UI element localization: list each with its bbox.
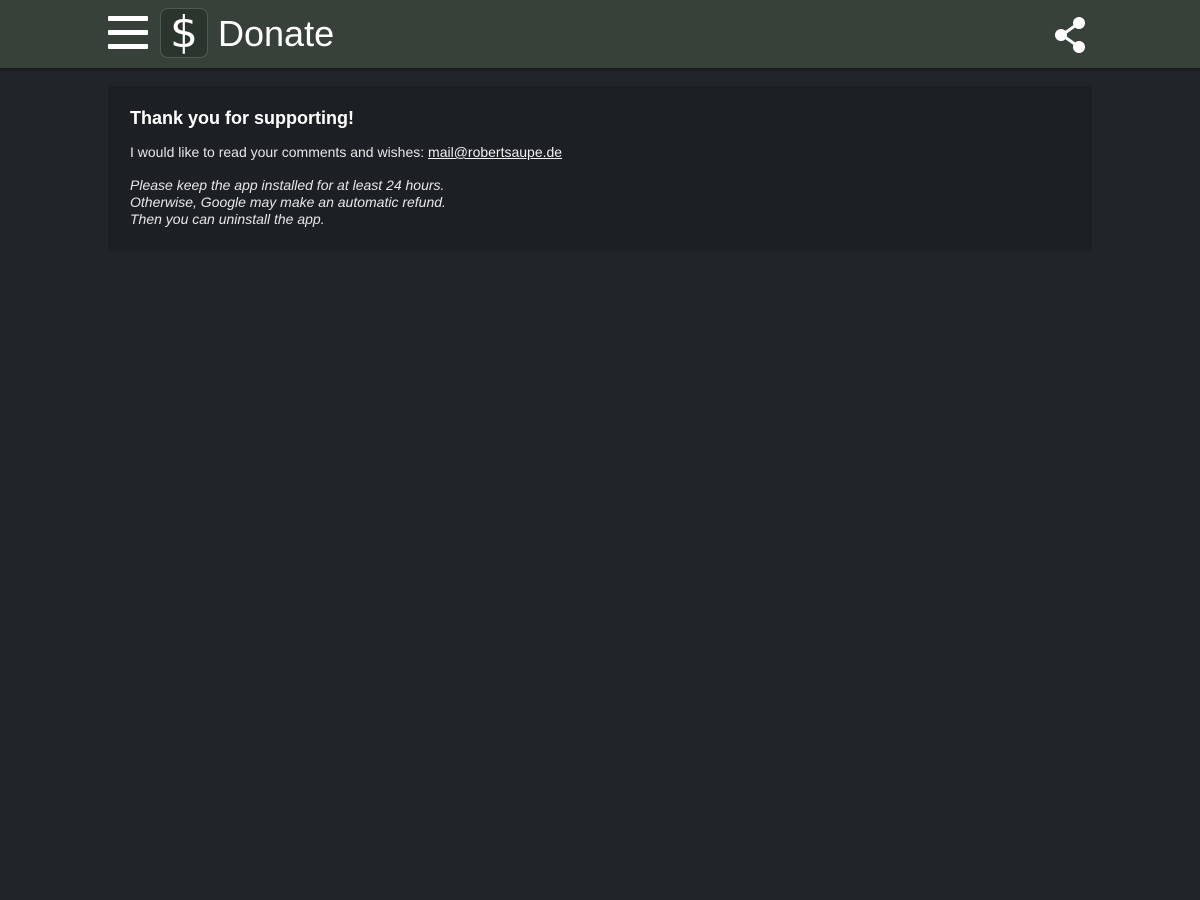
page-title: Donate	[218, 13, 335, 54]
thank-you-heading: Thank you for supporting!	[130, 108, 354, 128]
note-line-2: Otherwise, Google may make an automatic …	[130, 194, 446, 210]
hamburger-menu-icon-bar-3	[108, 44, 148, 49]
refund-notes: Please keep the app installed for at lea…	[130, 177, 1070, 228]
hamburger-menu-icon-bar-1	[108, 16, 148, 21]
app-bar: $ Donate	[0, 0, 1200, 68]
dollar-app-icon: $	[160, 8, 208, 58]
email-link[interactable]: mail@robertsaupe.de	[428, 144, 562, 160]
share-button[interactable]	[1050, 14, 1092, 56]
comments-line: I would like to read your comments and w…	[130, 144, 1070, 161]
comments-text: I would like to read your comments and w…	[130, 144, 429, 160]
menu-button[interactable]	[104, 12, 152, 56]
note-line-3: Then you can uninstall the app.	[130, 211, 325, 227]
note-line-1: Please keep the app installed for at lea…	[130, 177, 445, 193]
donate-message-card: Thank you for supporting! I would like t…	[108, 86, 1092, 251]
share-icon	[1055, 17, 1085, 53]
hamburger-menu-icon-bar-2	[108, 30, 148, 35]
